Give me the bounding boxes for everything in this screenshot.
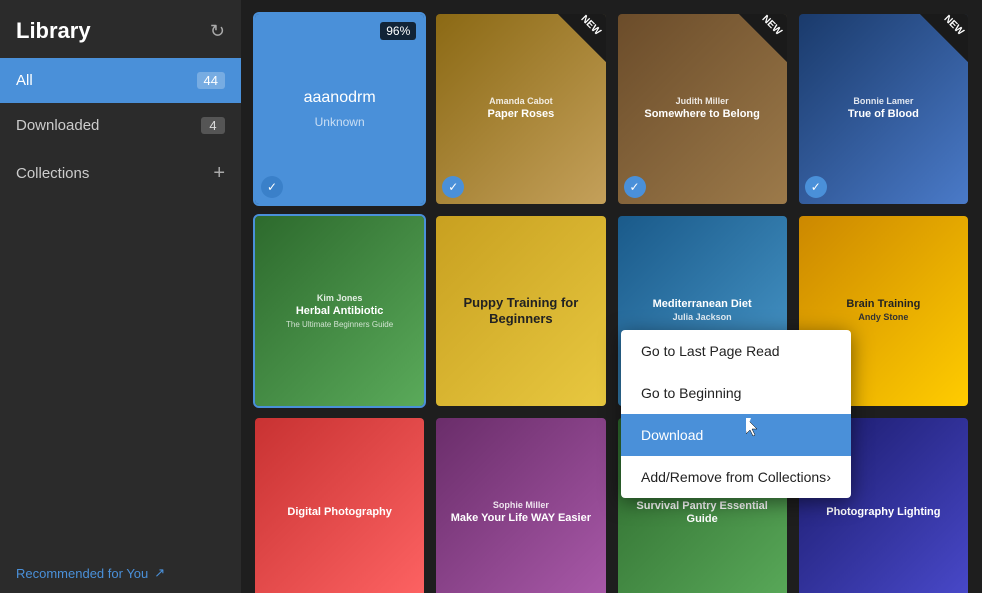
book-overlay-9: Digital Photography [255,418,424,593]
refresh-icon[interactable]: ↻ [210,21,225,42]
book-progress-1: 96% [380,22,416,40]
book-title-3: Somewhere to Belong [644,108,760,121]
book-new-badge-3: NEW [739,14,787,62]
sidebar-item-all-count: 44 [197,72,225,89]
book-author-8: Andy Stone [858,312,908,322]
book-check-4: ✓ [805,176,827,198]
book-title-5: Herbal Antibiotic [296,305,384,318]
context-collections-label: Add/Remove from Collections [641,469,826,485]
book-subtitle-5: The Ultimate Beginners Guide [286,320,393,329]
book-title-12: Photography Lighting [826,506,940,519]
book-check-3: ✓ [624,176,646,198]
context-menu-download[interactable]: Download [621,414,851,456]
sidebar-item-downloaded-count: 4 [201,117,225,134]
book-new-badge-4: NEW [920,14,968,62]
book-overlay-5: Kim Jones Herbal Antibiotic The Ultimate… [255,216,424,406]
book-new-badge-2: NEW [558,14,606,62]
context-last-page-label: Go to Last Page Read [641,343,780,359]
context-beginning-label: Go to Beginning [641,385,741,401]
book-title-6: Puppy Training for Beginners [442,295,599,326]
sidebar-title: Library [16,18,91,44]
sidebar-item-collections[interactable]: Collections + [0,148,241,199]
context-arrow-icon: › [826,469,831,485]
book-author-7: Julia Jackson [673,312,732,322]
books-grid: 96% aaanodrm Unknown ✓ NEW Amanda Cabot … [241,0,982,593]
context-menu-beginning[interactable]: Go to Beginning [621,372,851,414]
book-title-4: True of Blood [848,108,919,121]
sidebar-item-downloaded-label: Downloaded [16,117,99,134]
book-title-9: Digital Photography [287,506,392,519]
book-author-2: Amanda Cabot [489,96,553,106]
book-author-3: Judith Miller [676,96,729,106]
add-collection-icon[interactable]: + [213,162,225,185]
book-card-6[interactable]: Puppy Training for Beginners [436,216,605,406]
sidebar-collections-label: Collections [16,165,89,182]
main-content: 96% aaanodrm Unknown ✓ NEW Amanda Cabot … [241,0,982,593]
book-overlay-10: Sophie Miller Make Your Life WAY Easier [436,418,605,593]
context-download-label: Download [641,427,703,443]
book-card-1[interactable]: 96% aaanodrm Unknown ✓ [255,14,424,204]
sidebar-item-all[interactable]: All 44 [0,58,241,103]
book-title-10: Make Your Life WAY Easier [451,512,591,525]
context-menu-collections[interactable]: Add/Remove from Collections › [621,456,851,498]
external-link-icon: ↗ [154,565,165,581]
book-author-5: Kim Jones [317,293,363,303]
recommended-label: Recommended for You [16,566,148,581]
book-title-1: aaanodrm [304,89,376,107]
book-card-10[interactable]: Sophie Miller Make Your Life WAY Easier [436,418,605,593]
book-card-3[interactable]: NEW Judith Miller Somewhere to Belong ✓ [618,14,787,204]
book-title-7: Mediterranean Diet [653,298,752,311]
book-card-5[interactable]: Kim Jones Herbal Antibiotic The Ultimate… [255,216,424,406]
recommended-for-you[interactable]: Recommended for You ↗ [0,553,241,593]
context-menu-last-page[interactable]: Go to Last Page Read [621,330,851,372]
sidebar-header: Library ↻ [0,0,241,58]
sidebar-item-downloaded[interactable]: Downloaded 4 [0,103,241,148]
book-subtitle-1: Unknown [315,115,365,129]
book-author-10: Sophie Miller [493,500,549,510]
book-overlay-6: Puppy Training for Beginners [436,216,605,406]
book-title-2: Paper Roses [488,108,555,121]
book-author-4: Bonnie Lamer [853,96,913,106]
book-card-2[interactable]: NEW Amanda Cabot Paper Roses ✓ [436,14,605,204]
book-card-4[interactable]: NEW Bonnie Lamer True of Blood ✓ [799,14,968,204]
book-title-11: Survival Pantry Essential Guide [624,500,781,526]
context-menu: Go to Last Page Read Go to Beginning Dow… [621,330,851,498]
sidebar-item-all-label: All [16,72,33,89]
book-title-8: Brain Training [846,298,920,311]
sidebar: Library ↻ All 44 Downloaded 4 Collection… [0,0,241,593]
book-card-9[interactable]: Digital Photography [255,418,424,593]
